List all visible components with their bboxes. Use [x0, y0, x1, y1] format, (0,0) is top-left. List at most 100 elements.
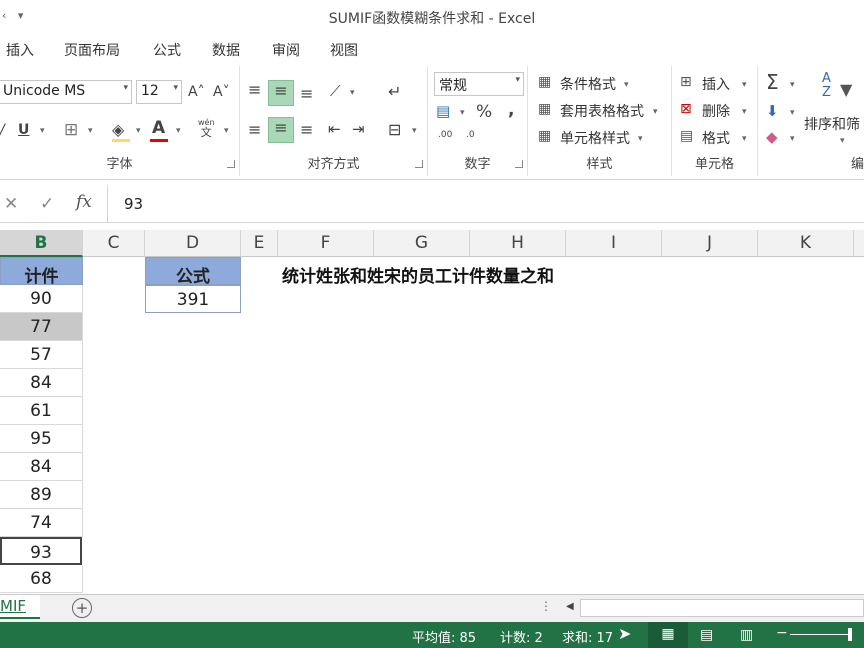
table-cell[interactable]: 68 [0, 565, 83, 593]
page-break-view-icon[interactable]: ▥ [740, 627, 753, 643]
chevron-down-icon[interactable]: ▾ [790, 80, 795, 90]
filter-icon[interactable]: ▼ [840, 80, 852, 99]
cell-styles-button[interactable]: 单元格样式 [560, 128, 630, 148]
chevron-down-icon[interactable]: ▾ [412, 126, 417, 136]
column-header-k[interactable]: K [758, 230, 854, 257]
chevron-down-icon[interactable]: ▾ [88, 126, 93, 136]
grow-font-icon[interactable]: A˄ [188, 84, 205, 100]
font-color-icon[interactable]: A [152, 118, 165, 138]
delete-cells-button[interactable]: 删除 [702, 101, 730, 121]
tab-data[interactable]: 数据 [212, 40, 240, 60]
chevron-down-icon[interactable]: ▾ [790, 134, 795, 144]
column-header-h[interactable]: H [470, 230, 566, 257]
tab-page-layout[interactable]: 页面布局 [64, 40, 120, 60]
fill-color-icon[interactable]: ◈ [112, 120, 124, 139]
column-header-g[interactable]: G [374, 230, 470, 257]
decrease-indent-icon[interactable]: ⇤ [328, 120, 341, 138]
tab-review[interactable]: 审阅 [272, 40, 300, 60]
column-header-j[interactable]: J [662, 230, 758, 257]
cancel-icon[interactable]: ✕ [4, 194, 18, 214]
worksheet-grid[interactable]: 计件 90 77 57 84 61 95 84 89 74 93 68 公式 3… [0, 257, 864, 594]
chevron-down-icon[interactable]: ▾ [840, 136, 845, 146]
shrink-font-icon[interactable]: A˅ [213, 84, 230, 100]
column-header-b[interactable]: B [0, 230, 83, 257]
wrap-text-icon[interactable]: ↵ [388, 82, 401, 101]
chevron-down-icon[interactable]: ▾ [638, 134, 643, 144]
conditional-format-button[interactable]: 条件格式 [560, 74, 616, 94]
fill-down-icon[interactable]: ⬇ [766, 102, 779, 120]
tab-insert[interactable]: 插入 [6, 40, 34, 60]
insert-function-icon[interactable]: fx [76, 192, 92, 212]
tab-view[interactable]: 视图 [330, 40, 358, 60]
column-header-l[interactable] [854, 230, 864, 257]
borders-icon[interactable]: ⊞ [64, 120, 78, 140]
increase-decimal-icon[interactable]: .00 [438, 130, 452, 140]
enter-icon[interactable]: ✓ [40, 194, 54, 214]
underline-icon[interactable]: U [18, 122, 29, 138]
cell-b-header[interactable]: 计件 [0, 257, 83, 287]
active-cell[interactable]: 93 [0, 537, 82, 565]
align-top-icon[interactable]: ≡ [248, 80, 261, 99]
chevron-down-icon[interactable]: ▾ [653, 107, 658, 117]
formula-input[interactable]: 93 [107, 185, 864, 222]
align-bottom-icon[interactable]: ≡ [300, 84, 313, 103]
scroll-left-icon[interactable]: ◀ [566, 601, 574, 612]
formula-result-cell[interactable]: 391 [145, 285, 241, 313]
table-cell[interactable]: 57 [0, 341, 83, 369]
table-cell[interactable]: 74 [0, 509, 83, 537]
column-header-e[interactable]: E [241, 230, 278, 257]
sort-filter-button[interactable]: 排序和筛 [804, 114, 860, 134]
sort-az-icon[interactable]: AZ [822, 72, 838, 100]
column-header-i[interactable]: I [566, 230, 662, 257]
formula-header-cell[interactable]: 公式 [145, 257, 241, 287]
chevron-down-icon[interactable]: ▾ [460, 108, 465, 118]
dialog-launcher-icon[interactable] [227, 160, 235, 168]
chevron-down-icon[interactable]: ▾ [624, 80, 629, 90]
phonetic-guide-icon[interactable]: wén 文 [198, 118, 215, 138]
table-cell[interactable]: 77 [0, 313, 83, 341]
sheet-tab-active[interactable]: MIF [0, 595, 40, 619]
chevron-down-icon[interactable]: ▾ [224, 126, 229, 136]
add-sheet-icon[interactable]: + [72, 598, 92, 618]
table-cell[interactable]: 61 [0, 397, 83, 425]
column-header-d[interactable]: D [145, 230, 241, 257]
merge-center-icon[interactable]: ⊟ [388, 120, 401, 139]
table-cell[interactable]: 95 [0, 425, 83, 453]
zoom-out-icon[interactable]: − [776, 625, 788, 641]
italic-icon[interactable]: / [0, 122, 5, 138]
accounting-format-icon[interactable]: ▤ [436, 102, 450, 120]
chevron-down-icon[interactable]: ▾ [742, 134, 747, 144]
format-as-table-button[interactable]: 套用表格格式 [560, 101, 644, 121]
align-right-icon[interactable]: ≡ [300, 120, 313, 139]
autosum-icon[interactable]: Σ [766, 70, 779, 94]
format-cells-button[interactable]: 格式 [702, 128, 730, 148]
font-size-combo[interactable]: 12 ▾ [136, 80, 182, 104]
table-cell[interactable]: 90 [0, 285, 83, 313]
align-left-icon[interactable]: ≡ [248, 120, 261, 139]
decrease-decimal-icon[interactable]: .0 [466, 130, 475, 140]
table-cell[interactable]: 84 [0, 453, 83, 481]
number-format-combo[interactable]: 常规 ▾ [434, 72, 524, 96]
page-layout-view-icon[interactable]: ▤ [700, 627, 713, 643]
column-header-c[interactable]: C [83, 230, 145, 257]
column-header-f[interactable]: F [278, 230, 374, 257]
orientation-icon[interactable]: ⟋ [330, 82, 341, 100]
table-cell[interactable]: 89 [0, 481, 83, 509]
chevron-down-icon[interactable]: ▾ [350, 88, 355, 98]
chevron-down-icon[interactable]: ▾ [790, 108, 795, 118]
percent-style-icon[interactable]: % [476, 102, 492, 122]
splitter-handle-icon[interactable]: ⋮ [540, 599, 552, 613]
zoom-slider-thumb[interactable] [848, 628, 852, 641]
font-name-combo[interactable]: Unicode MS ▾ [0, 80, 132, 104]
table-cell[interactable]: 84 [0, 369, 83, 397]
chevron-down-icon[interactable]: ▾ [176, 126, 181, 136]
insert-cells-button[interactable]: 插入 [702, 74, 730, 94]
dialog-launcher-icon[interactable] [415, 160, 423, 168]
normal-view-icon[interactable]: ▦ [648, 622, 688, 648]
dialog-launcher-icon[interactable] [515, 160, 523, 168]
chevron-down-icon[interactable]: ▾ [40, 126, 45, 136]
zoom-slider[interactable] [790, 634, 850, 635]
align-center-icon[interactable]: ≡ [268, 117, 294, 143]
comma-style-icon[interactable]: , [508, 100, 514, 120]
clear-eraser-icon[interactable]: ◆ [766, 128, 778, 146]
